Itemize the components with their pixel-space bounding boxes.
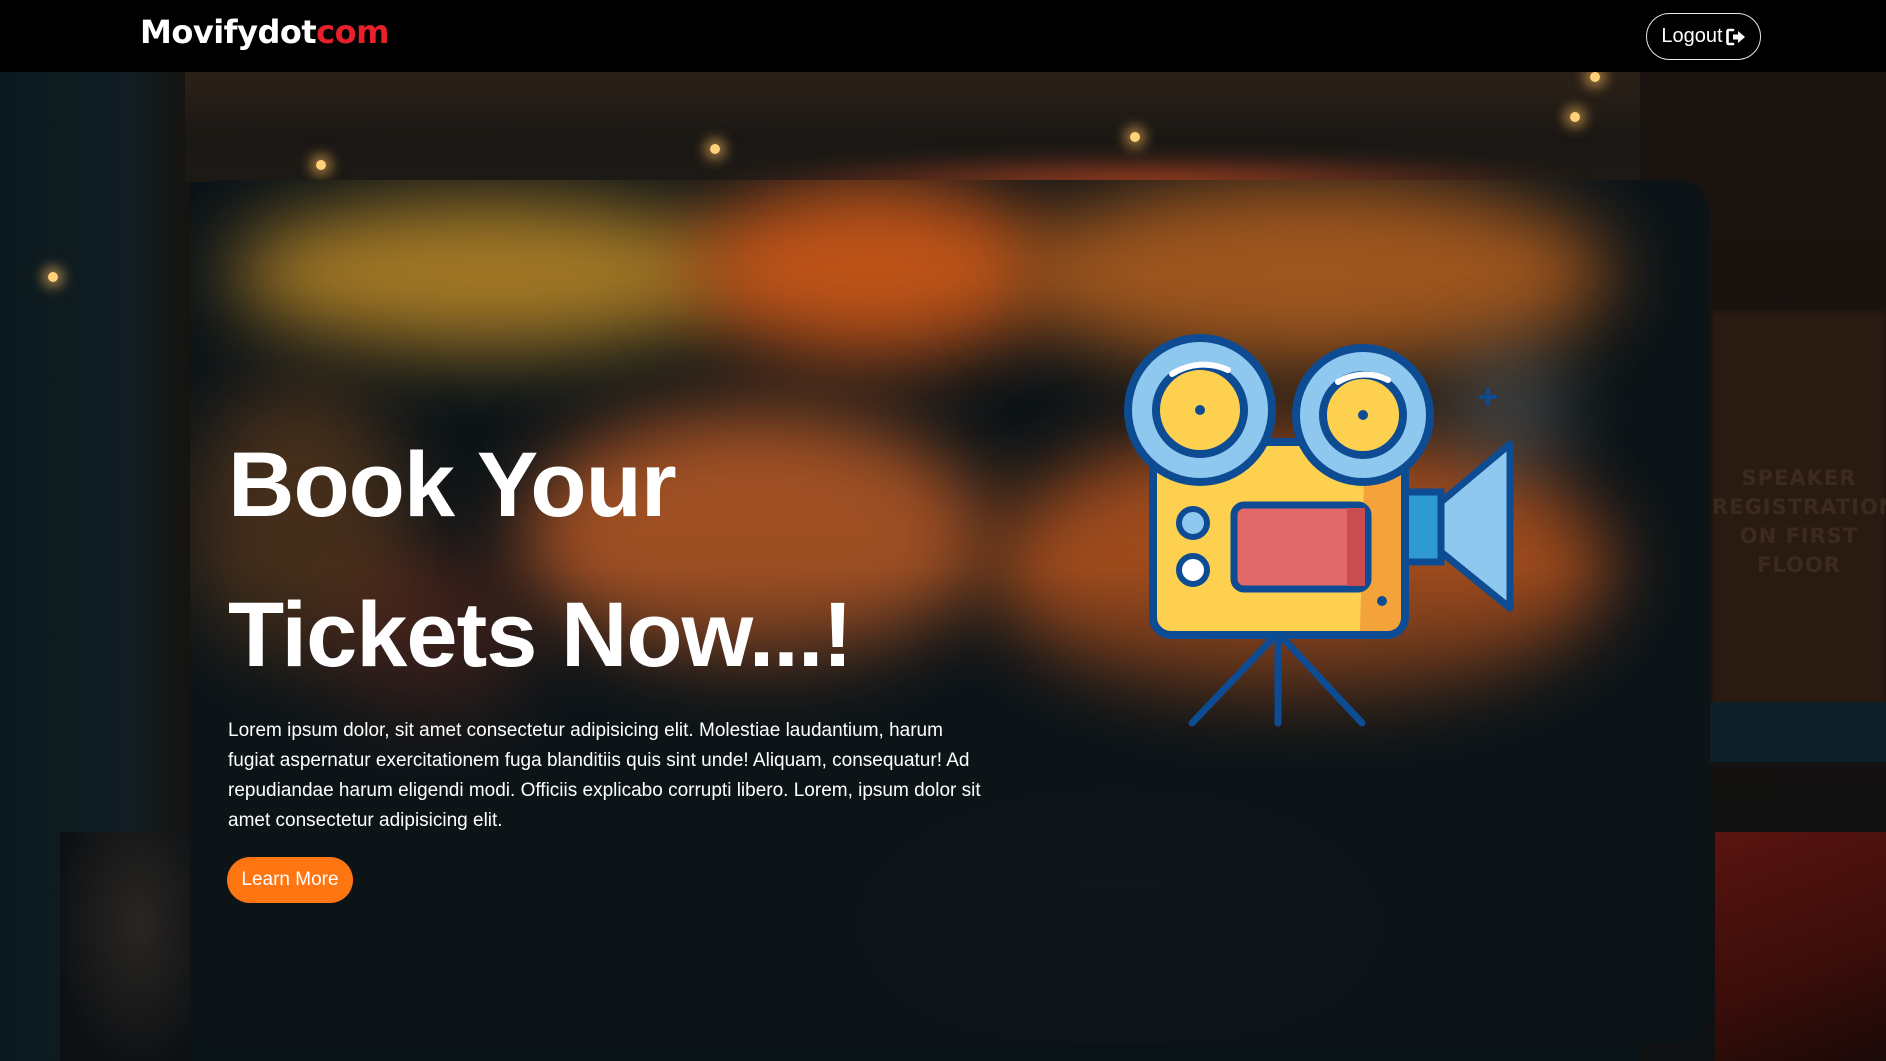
brand-name: Movifydot — [140, 13, 317, 51]
learn-more-button[interactable]: Learn More — [227, 857, 353, 903]
backdrop-sign-text: SPEAKER REGISTRATION ON FIRST FLOOR — [1712, 466, 1886, 577]
logout-button[interactable]: Logout — [1646, 13, 1761, 60]
hero-title-line1: Book Your — [228, 434, 677, 536]
backdrop-barrier — [1715, 832, 1886, 1061]
light-bulb — [1130, 132, 1140, 142]
backdrop-figure — [60, 832, 190, 1061]
logout-label: Logout — [1661, 25, 1723, 47]
brand-accent: com — [316, 13, 389, 51]
light-bulb — [48, 272, 58, 282]
light-bulb — [1570, 112, 1580, 122]
movie-camera-icon — [1124, 334, 1514, 727]
navbar: Movifydotcom Logout — [0, 0, 1886, 72]
light-bulb — [316, 160, 326, 170]
light-bulb — [1590, 72, 1600, 82]
sign-out-icon — [1725, 28, 1745, 45]
light-bulb — [710, 144, 720, 154]
backdrop-bar — [1700, 702, 1886, 762]
brand-logo[interactable]: Movifydotcom — [140, 12, 389, 52]
hero-description: Lorem ipsum dolor, sit amet consectetur … — [228, 720, 981, 831]
hero-title-line2: Tickets Now...! — [228, 584, 853, 686]
hero-title: Book Your Tickets Now...! — [228, 410, 988, 710]
